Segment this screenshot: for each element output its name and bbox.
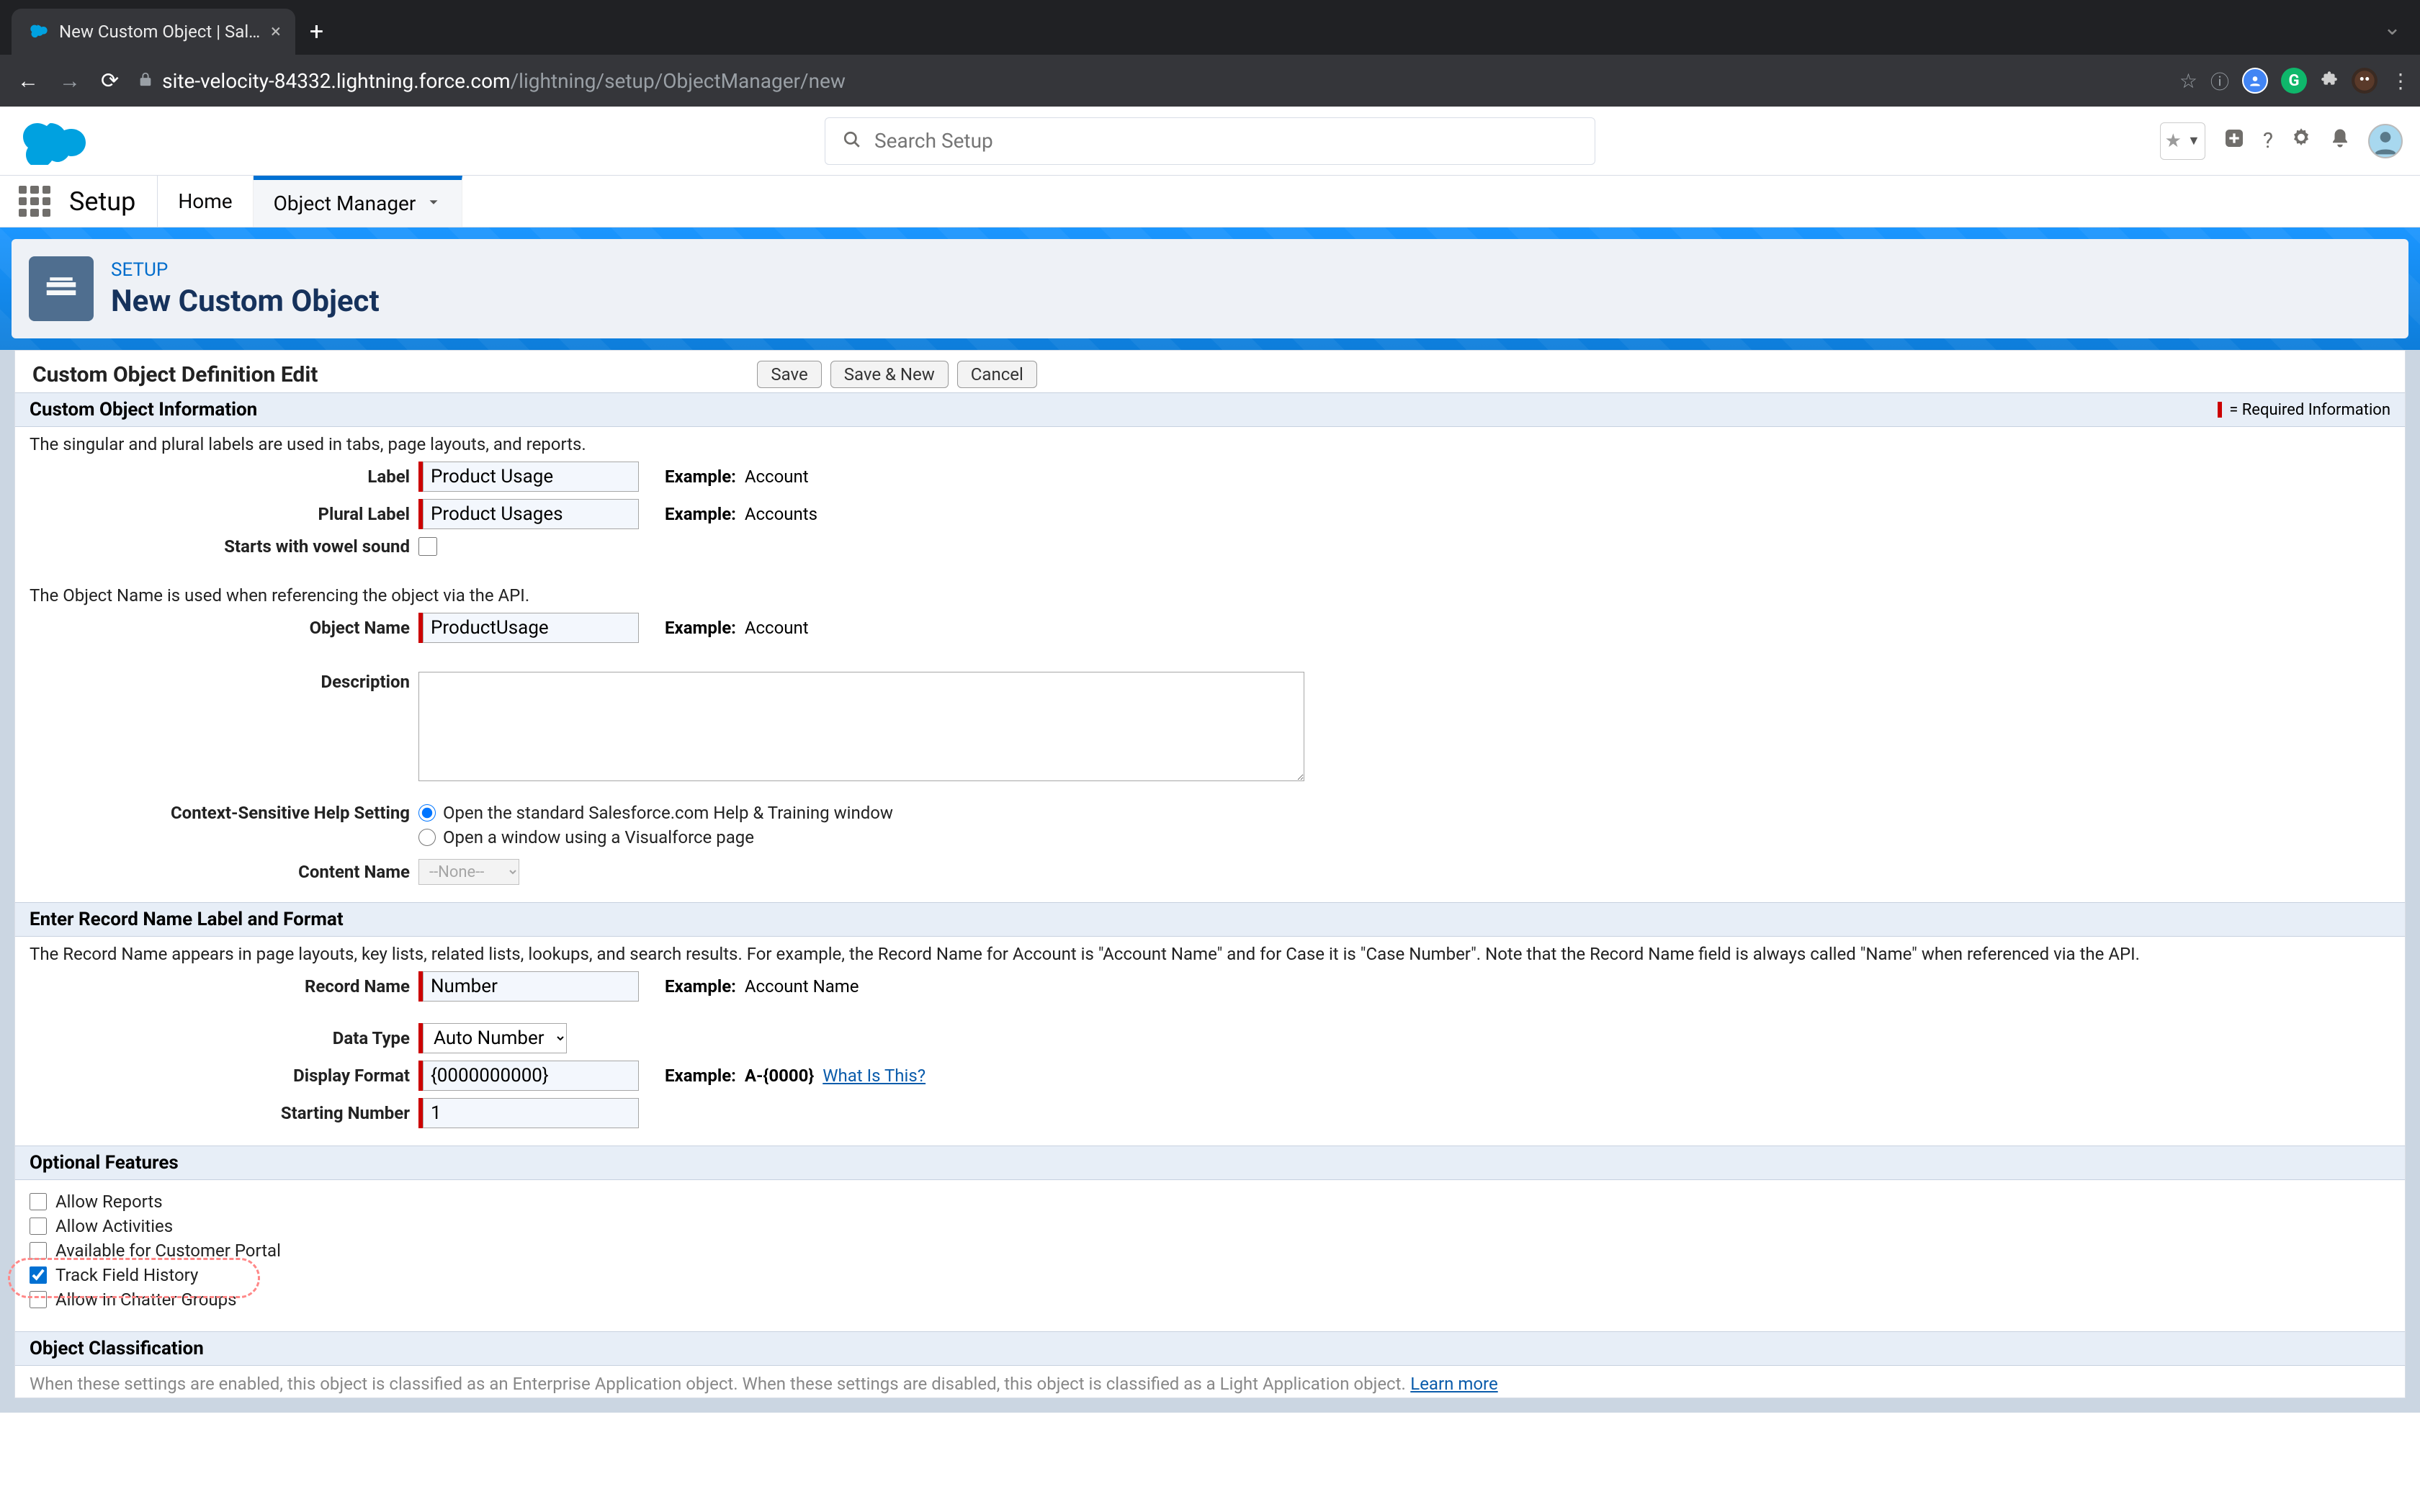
salesforce-favicon <box>29 22 49 42</box>
record-name-label: Record Name <box>30 976 418 996</box>
page-header: SETUP New Custom Object <box>12 239 2408 338</box>
reload-button[interactable]: ⟳ <box>95 63 125 99</box>
chevron-down-icon <box>416 192 442 215</box>
main-form-panel: Custom Object Definition Edit Save Save … <box>14 350 2406 1398</box>
page-title: New Custom Object <box>111 284 380 319</box>
save-new-button[interactable]: Save & New <box>830 361 949 388</box>
help-text: The singular and plural labels are used … <box>30 434 2390 454</box>
label-label: Label <box>30 467 418 487</box>
chevron-down-icon: ▼ <box>2187 133 2200 148</box>
help-radio-vf[interactable] <box>418 829 436 846</box>
section-title: Object Classification <box>30 1338 204 1359</box>
profile-avatar-icon[interactable] <box>2352 68 2378 94</box>
info-icon[interactable]: ⓘ <box>2210 68 2229 94</box>
salesforce-logo-icon[interactable] <box>23 117 91 165</box>
browser-tab-strip: New Custom Object | Salesforc × + ⌄ <box>0 0 2420 55</box>
allow-activities-checkbox[interactable] <box>30 1218 47 1235</box>
star-icon: ★ <box>2165 130 2182 152</box>
app-nav-bar: Setup Home Object Manager <box>0 176 2420 228</box>
browser-tab[interactable]: New Custom Object | Salesforc × <box>12 9 295 55</box>
extension-icon-1[interactable] <box>2242 68 2268 94</box>
nav-object-manager[interactable]: Object Manager <box>254 176 463 227</box>
url-display[interactable]: site-velocity-84332.lightning.force.com/… <box>133 69 846 93</box>
favorites-button[interactable]: ★ ▼ <box>2160 122 2205 160</box>
bell-icon[interactable] <box>2329 127 2351 155</box>
plural-label-label: Plural Label <box>30 504 418 524</box>
user-avatar[interactable] <box>2368 124 2403 158</box>
label-input[interactable] <box>423 462 639 492</box>
back-button[interactable]: ← <box>12 63 45 99</box>
content-name-label: Content Name <box>30 862 418 882</box>
app-launcher-icon[interactable] <box>19 186 50 217</box>
customer-portal-checkbox[interactable] <box>30 1242 47 1259</box>
section-title: Enter Record Name Label and Format <box>30 909 344 930</box>
tab-title: New Custom Object | Salesforc <box>59 22 261 42</box>
bookmark-star-icon[interactable]: ☆ <box>2179 69 2197 93</box>
gear-icon[interactable] <box>2290 127 2312 155</box>
learn-more-link[interactable]: Learn more <box>1410 1374 1497 1394</box>
extension-icon-2[interactable]: G <box>2281 68 2307 94</box>
object-name-input[interactable] <box>423 613 639 643</box>
vowel-checkbox[interactable] <box>418 537 437 556</box>
cancel-button[interactable]: Cancel <box>957 361 1037 388</box>
window-expand-icon[interactable]: ⌄ <box>2383 15 2401 40</box>
content-name-select: --None-- <box>418 859 519 885</box>
vowel-label: Starts with vowel sound <box>30 536 418 557</box>
data-type-select[interactable]: Auto Number <box>423 1023 567 1053</box>
starting-number-label: Starting Number <box>30 1103 418 1123</box>
custom-object-icon <box>29 256 94 321</box>
required-legend: = Required Information <box>2218 401 2390 419</box>
app-name: Setup <box>65 176 158 227</box>
cutoff-text: When these settings are enabled, this ob… <box>30 1374 1406 1394</box>
required-bar-icon <box>2218 402 2222 418</box>
extensions-icon[interactable] <box>2320 69 2339 93</box>
salesforce-global-header: ★ ▼ ? <box>0 107 2420 176</box>
close-tab-icon[interactable]: × <box>271 21 281 42</box>
nav-home[interactable]: Home <box>158 176 253 227</box>
forward-button[interactable]: → <box>53 63 86 99</box>
global-actions-icon[interactable] <box>2223 127 2246 156</box>
allow-reports-checkbox[interactable] <box>30 1193 47 1210</box>
track-history-checkbox[interactable] <box>30 1266 47 1284</box>
section-title: Optional Features <box>30 1152 179 1174</box>
plural-label-input[interactable] <box>423 499 639 529</box>
url-path: /lightning/setup/ObjectManager/new <box>511 69 846 93</box>
help-icon[interactable]: ? <box>2263 128 2273 153</box>
data-type-label: Data Type <box>30 1028 418 1048</box>
section-title: Custom Object Information <box>30 399 257 420</box>
description-label: Description <box>30 672 418 692</box>
search-icon <box>843 130 861 152</box>
allow-chatter-checkbox[interactable] <box>30 1291 47 1308</box>
help-radio-standard[interactable] <box>418 804 436 822</box>
kebab-menu-icon[interactable]: ⋮ <box>2390 69 2408 93</box>
save-button[interactable]: Save <box>757 361 821 388</box>
url-host: site-velocity-84332.lightning.force.com <box>162 69 510 93</box>
form-heading: Custom Object Definition Edit <box>32 362 318 387</box>
address-bar: ← → ⟳ site-velocity-84332.lightning.forc… <box>0 55 2420 107</box>
record-name-input[interactable] <box>423 971 639 1002</box>
display-format-label: Display Format <box>30 1066 418 1086</box>
search-input[interactable] <box>874 129 1577 153</box>
help-text: The Object Name is used when referencing… <box>30 585 2390 606</box>
help-text: The Record Name appears in page layouts,… <box>30 944 2390 964</box>
display-format-input[interactable] <box>423 1061 639 1091</box>
object-name-label: Object Name <box>30 618 418 638</box>
starting-number-input[interactable] <box>423 1098 639 1128</box>
description-textarea[interactable] <box>418 672 1304 781</box>
global-search[interactable] <box>825 117 1595 165</box>
breadcrumb: SETUP <box>111 259 380 281</box>
new-tab-button[interactable]: + <box>310 17 323 46</box>
what-is-this-link[interactable]: What Is This? <box>823 1066 926 1086</box>
lock-icon <box>138 71 153 91</box>
help-setting-label: Context-Sensitive Help Setting <box>30 803 418 823</box>
